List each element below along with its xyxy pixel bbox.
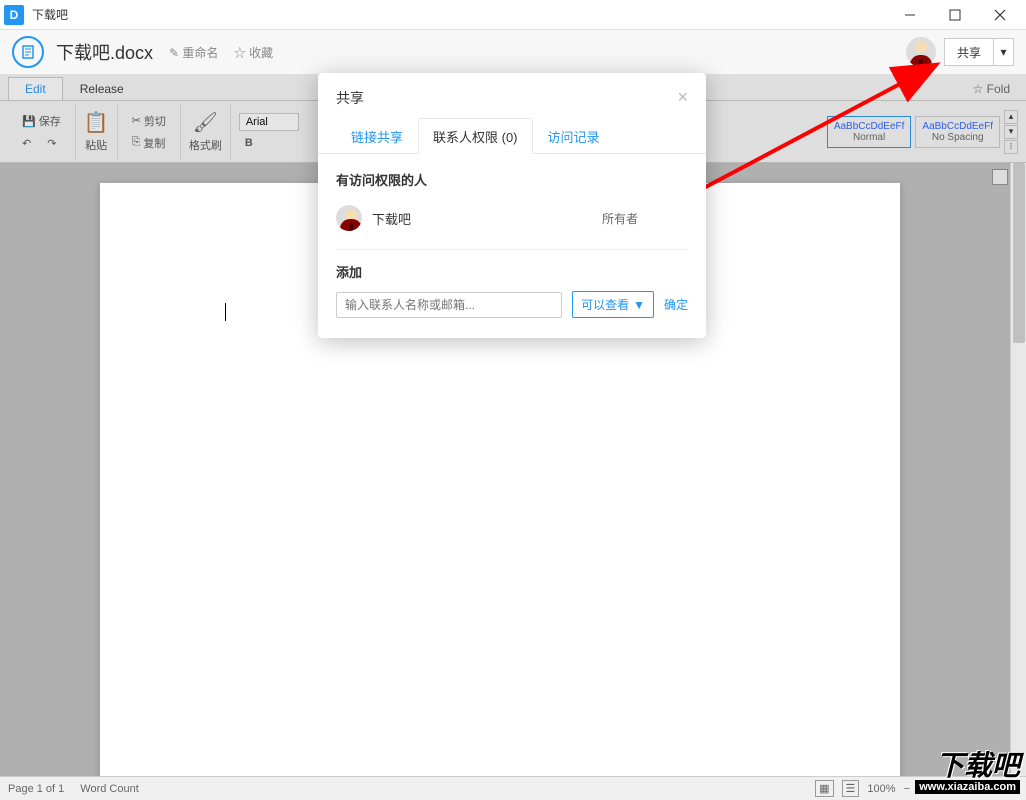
view-layout-icon[interactable]: ▦ [815,780,833,797]
person-avatar [336,205,362,231]
sidebar-toggle[interactable] [992,169,1008,185]
share-dropdown[interactable]: ▾ [994,38,1014,66]
chevron-down-icon: ▼ [633,298,645,312]
permission-select[interactable]: 可以查看 ▼ [572,291,654,318]
person-role: 所有者 [602,210,638,227]
divider [336,249,688,250]
tab-link-share[interactable]: 链接共享 [336,118,418,154]
scrollbar-thumb[interactable] [1013,163,1025,343]
minimize-button[interactable] [887,0,932,30]
document-header: 下载吧.docx ✎ 重命名 ☆ 收藏 共享 ▾ [0,30,1026,75]
zoom-level[interactable]: 100% [867,783,895,795]
vertical-scrollbar[interactable] [1010,163,1026,776]
rename-action[interactable]: ✎ 重命名 [169,46,218,60]
maximize-button[interactable] [932,0,977,30]
favorite-action[interactable]: ☆ 收藏 [234,46,273,60]
favorite-label: 收藏 [249,46,273,60]
section-add: 添加 [336,262,688,281]
modal-header: 共享 × [318,73,706,118]
window-controls [887,0,1022,30]
modal-title: 共享 [336,88,677,108]
view-outline-icon[interactable]: ☰ [842,780,860,797]
statusbar: Page 1 of 1 Word Count ▦ ☰ 100% − [0,776,1026,800]
section-who-has-access: 有访问权限的人 [336,170,688,189]
modal-close-button[interactable]: × [677,87,688,108]
person-row: 下载吧 所有者 [336,199,688,237]
document-actions: ✎ 重命名 ☆ 收藏 [169,44,285,61]
share-button[interactable]: 共享 [944,38,994,66]
modal-body: 有访问权限的人 下载吧 所有者 添加 可以查看 ▼ 确定 [318,154,706,338]
user-avatar[interactable] [906,37,936,67]
document-icon [12,36,44,68]
document-title: 下载吧.docx [56,39,153,65]
zoom-out-button[interactable]: − [904,783,910,795]
tab-contacts-permission[interactable]: 联系人权限 (0) [418,118,533,154]
contact-input[interactable] [336,292,562,318]
zoom-thumb[interactable] [923,784,933,794]
app-icon: D [4,5,24,25]
word-count[interactable]: Word Count [80,783,139,795]
modal-tabs: 链接共享 联系人权限 (0) 访问记录 [318,118,706,154]
add-person-row: 可以查看 ▼ 确定 [336,291,688,318]
tab-visit-log[interactable]: 访问记录 [533,118,615,154]
app-title: 下载吧 [32,6,887,23]
close-button[interactable] [977,0,1022,30]
rename-label: 重命名 [182,46,218,60]
status-right: ▦ ☰ 100% − [815,780,1018,797]
permission-label: 可以查看 [581,296,629,313]
text-cursor [225,303,226,321]
titlebar: D 下载吧 [0,0,1026,30]
zoom-slider[interactable] [918,787,1018,791]
page-indicator[interactable]: Page 1 of 1 [8,783,64,795]
share-modal: 共享 × 链接共享 联系人权限 (0) 访问记录 有访问权限的人 下载吧 所有者… [318,73,706,338]
header-right: 共享 ▾ [906,37,1014,67]
confirm-button[interactable]: 确定 [664,296,688,313]
person-name: 下载吧 [372,209,411,228]
